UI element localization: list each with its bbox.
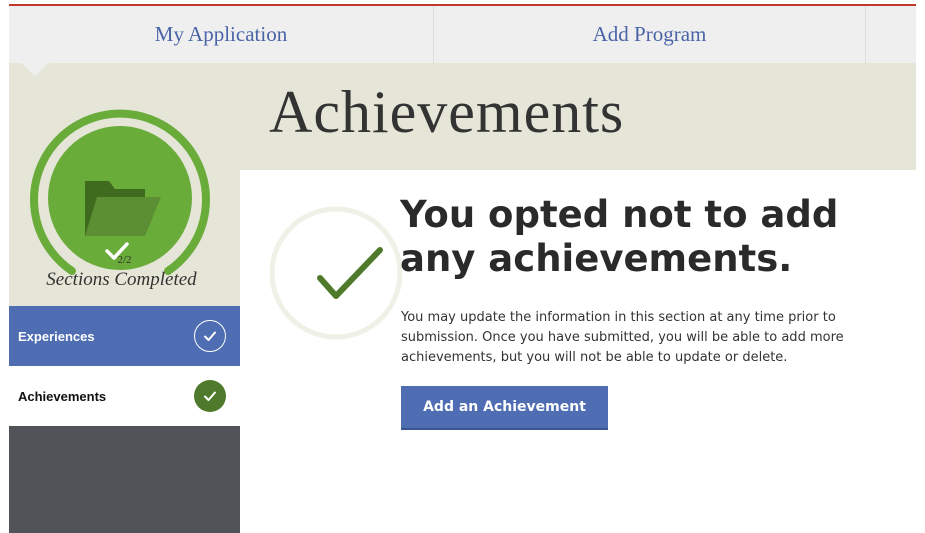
- page-title: Achievements: [269, 79, 625, 145]
- status-description: You may update the information in this s…: [401, 310, 844, 365]
- sidebar-item-experiences[interactable]: Experiences: [9, 306, 240, 366]
- large-check-icon: [317, 247, 383, 299]
- check-icon: [194, 320, 226, 352]
- application-page: My Application Add Program Achievements …: [0, 0, 925, 533]
- sidebar-item-label: Experiences: [18, 328, 95, 344]
- check-icon: [194, 380, 226, 412]
- active-tab-caret: [20, 62, 50, 76]
- add-achievement-button[interactable]: Add an Achievement: [401, 386, 608, 430]
- sidebar: 2/2 Sections Completed Experiences Achie…: [9, 63, 240, 533]
- sidebar-item-achievements[interactable]: Achievements: [9, 366, 240, 426]
- progress-widget: 2/2 Sections Completed: [9, 63, 240, 306]
- tab-add-program[interactable]: Add Program: [434, 6, 866, 63]
- sections-completed-label: Sections Completed: [46, 269, 197, 290]
- sidebar-footer: [9, 426, 240, 533]
- top-navigation: My Application Add Program: [9, 6, 916, 64]
- status-ring: [270, 206, 402, 340]
- sidebar-item-label: Achievements: [18, 388, 107, 404]
- tab-my-application[interactable]: My Application: [9, 6, 434, 63]
- status-headline: You opted not to add any achievements.: [400, 193, 839, 280]
- sections-count: 2/2: [117, 254, 132, 266]
- status-ring-outline: [270, 206, 402, 340]
